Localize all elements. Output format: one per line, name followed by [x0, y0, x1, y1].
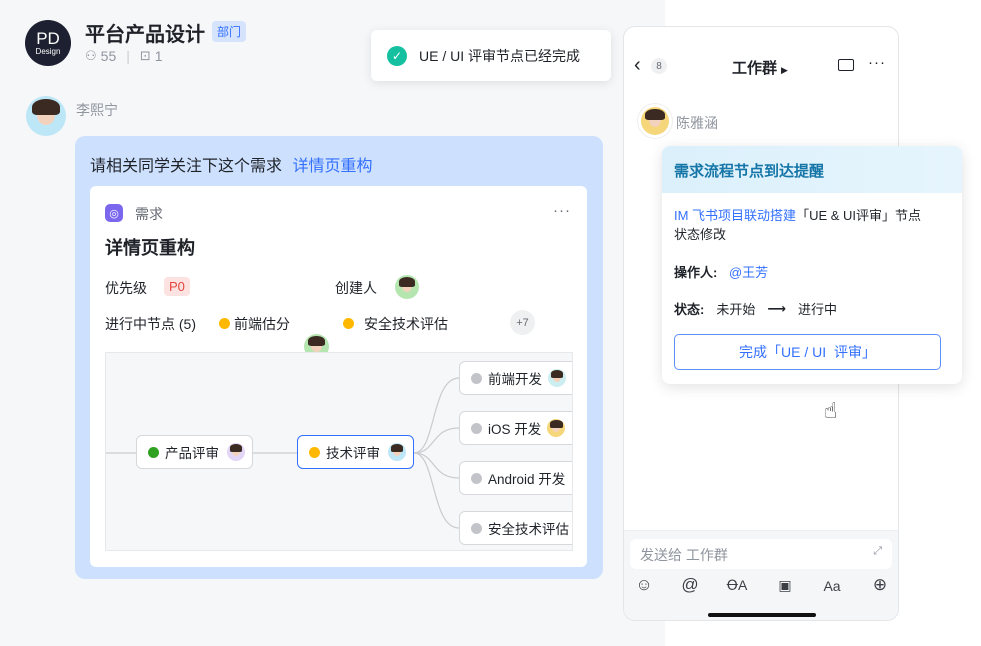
sender-name: 陈雅涵 — [676, 115, 718, 131]
assignee-avatar — [227, 443, 245, 461]
project-link[interactable]: IM 飞书项目联动搭建 — [674, 208, 796, 223]
flow-node-frontend[interactable]: 前端开发 — [459, 361, 572, 395]
node-label: 产品评审 — [165, 446, 219, 461]
node-label: iOS 开发 — [488, 422, 542, 437]
status-dot — [471, 372, 482, 384]
flow-diagram[interactable]: 产品评审 技术评审 前端开发 iOS 开发 Android 开发 安全技术评估 — [105, 352, 573, 551]
video-call-icon[interactable] — [838, 59, 854, 71]
operator-label: 操作人: — [674, 265, 718, 280]
add-icon[interactable]: ⊕ — [868, 575, 892, 595]
hand-cursor-icon: ☝ — [824, 398, 838, 423]
status-to: 进行中 — [798, 302, 838, 317]
input-placeholder: 发送给 工作群 — [640, 547, 728, 563]
group-tag: 部门 — [212, 21, 247, 42]
back-icon[interactable]: ‹ — [634, 54, 641, 77]
status-from: 未开始 — [716, 302, 756, 317]
message-text: 请相关同学关注下这个需求 — [90, 158, 283, 175]
group-avatar[interactable]: PD Design — [25, 20, 71, 66]
more-assignees[interactable]: +7 — [510, 310, 535, 335]
operator-mention[interactable]: @王芳 — [729, 265, 768, 280]
node-label: 前端开发 — [488, 372, 542, 387]
notification-desc2: 状态修改 — [674, 227, 727, 242]
nodes-label: 进行中节点 (5) — [105, 316, 196, 332]
voice-text-icon[interactable]: ꝊA — [725, 577, 749, 594]
bot-icon: ⊡ — [139, 48, 151, 63]
notification-title: 需求流程节点到达提醒 — [662, 146, 962, 193]
flow-node-android[interactable]: Android 开发 — [459, 461, 572, 495]
notification-card: 需求流程节点到达提醒 IM 飞书项目联动搭建「UE & UI评审」节点 状态修改… — [662, 146, 962, 384]
unread-count: 8 — [651, 58, 667, 74]
requirement-card[interactable]: ◎ 需求 ··· 详情页重构 优先级 P0 创建人 进行中节点 (5) 前端估分… — [90, 186, 587, 567]
chat-title[interactable]: 工作群 ▶ — [732, 57, 788, 78]
sender-avatar[interactable] — [641, 107, 669, 135]
sender-name: 李熙宁 — [76, 102, 118, 118]
connector — [413, 377, 460, 454]
caret-right-icon: ▶ — [781, 65, 788, 75]
requirement-icon: ◎ — [105, 204, 123, 222]
creator-label: 创建人 — [335, 280, 377, 296]
priority-badge: P0 — [164, 277, 190, 296]
font-format-icon[interactable]: Aa — [820, 578, 844, 594]
sender-avatar[interactable] — [26, 96, 66, 136]
avatar-text: PD — [36, 29, 60, 48]
flow-node-tech-review[interactable]: 技术评审 — [297, 435, 414, 469]
more-icon[interactable]: ··· — [868, 54, 886, 71]
assignee-avatar — [548, 369, 566, 387]
card-title: 详情页重构 — [105, 238, 195, 258]
flow-node-security[interactable]: 安全技术评估 — [459, 511, 572, 545]
message-link[interactable]: 详情页重构 — [292, 158, 372, 175]
more-icon[interactable]: ··· — [553, 202, 571, 219]
connector — [413, 452, 460, 529]
group-title: 平台产品设计 — [85, 24, 205, 46]
status-dot — [148, 446, 159, 458]
arrow-right-icon: ⟶ — [767, 300, 786, 316]
flow-node-ios[interactable]: iOS 开发 — [459, 411, 572, 445]
status-dot — [219, 318, 230, 329]
home-indicator — [708, 613, 816, 617]
node-label: Android 开发 — [488, 472, 566, 487]
status-dot — [471, 472, 482, 484]
composer: 发送给 工作群 ⤢ ☺ @ ꝊA ▣ Aa ⊕ — [624, 530, 898, 620]
assignee-avatar — [388, 443, 406, 461]
node1-label[interactable]: 前端估分 — [234, 314, 290, 334]
member-count[interactable]: 55 — [101, 48, 117, 64]
complete-review-button[interactable]: 完成「UE / UI 评审」 — [674, 334, 941, 370]
notification-desc: 「UE & UI评审」节点 — [796, 208, 922, 223]
node-label: 技术评审 — [326, 446, 380, 461]
toast: ✓ UE / UI 评审节点已经完成 — [371, 30, 611, 81]
message-input[interactable]: 发送给 工作群 ⤢ — [630, 539, 892, 569]
node2-label[interactable]: 安全技术评估 — [364, 314, 448, 334]
mention-icon[interactable]: @ — [678, 575, 702, 595]
image-icon[interactable]: ▣ — [773, 577, 797, 594]
status-dot — [343, 318, 354, 329]
status-dot — [309, 446, 320, 458]
flow-node-product-review[interactable]: 产品评审 — [136, 435, 253, 469]
priority-label: 优先级 — [105, 280, 147, 296]
check-circle-icon: ✓ — [387, 45, 407, 66]
members-icon: ⚇ — [85, 48, 97, 63]
status-label: 状态: — [674, 302, 705, 317]
toast-text: UE / UI 评审节点已经完成 — [419, 47, 581, 64]
chat-title-text: 工作群 — [732, 60, 778, 77]
divider: | — [126, 48, 130, 64]
card-type: 需求 — [135, 206, 163, 222]
expand-icon[interactable]: ⤢ — [873, 545, 882, 558]
status-dot — [471, 522, 482, 534]
status-dot — [471, 422, 482, 434]
node-label: 安全技术评估 — [488, 522, 569, 537]
creator-avatar[interactable] — [395, 275, 419, 299]
avatar-subtext: Design — [35, 47, 61, 56]
emoji-icon[interactable]: ☺ — [632, 575, 656, 595]
assignee-avatar — [547, 419, 566, 437]
bot-count[interactable]: 1 — [155, 48, 163, 64]
